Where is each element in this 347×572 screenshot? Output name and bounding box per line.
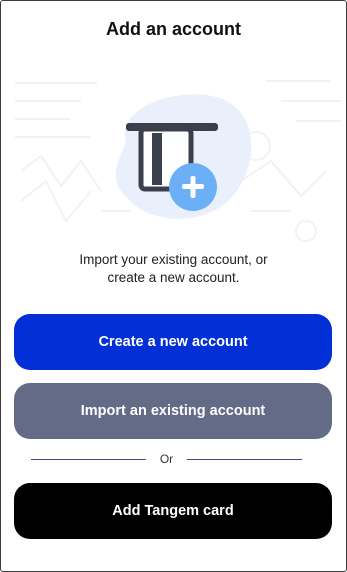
- create-account-button[interactable]: Create a new account: [14, 314, 332, 370]
- card-illustration: [115, 94, 252, 219]
- or-label: Or: [159, 452, 174, 466]
- description-text: Import your existing account, or create …: [41, 251, 306, 287]
- or-divider: Or: [31, 452, 302, 466]
- import-account-button[interactable]: Import an existing account: [14, 383, 332, 439]
- divider-line-right: [187, 458, 302, 460]
- divider-line-left: [31, 458, 146, 460]
- description-line-1: Import your existing account, or: [79, 252, 268, 267]
- description-line-2: create a new account.: [107, 270, 240, 285]
- add-account-screen: Add an account Import your existing acco…: [0, 0, 347, 572]
- page-title: Add an account: [105, 19, 241, 39]
- add-tangem-card-button[interactable]: Add Tangem card: [14, 483, 332, 539]
- plus-icon: [169, 163, 217, 211]
